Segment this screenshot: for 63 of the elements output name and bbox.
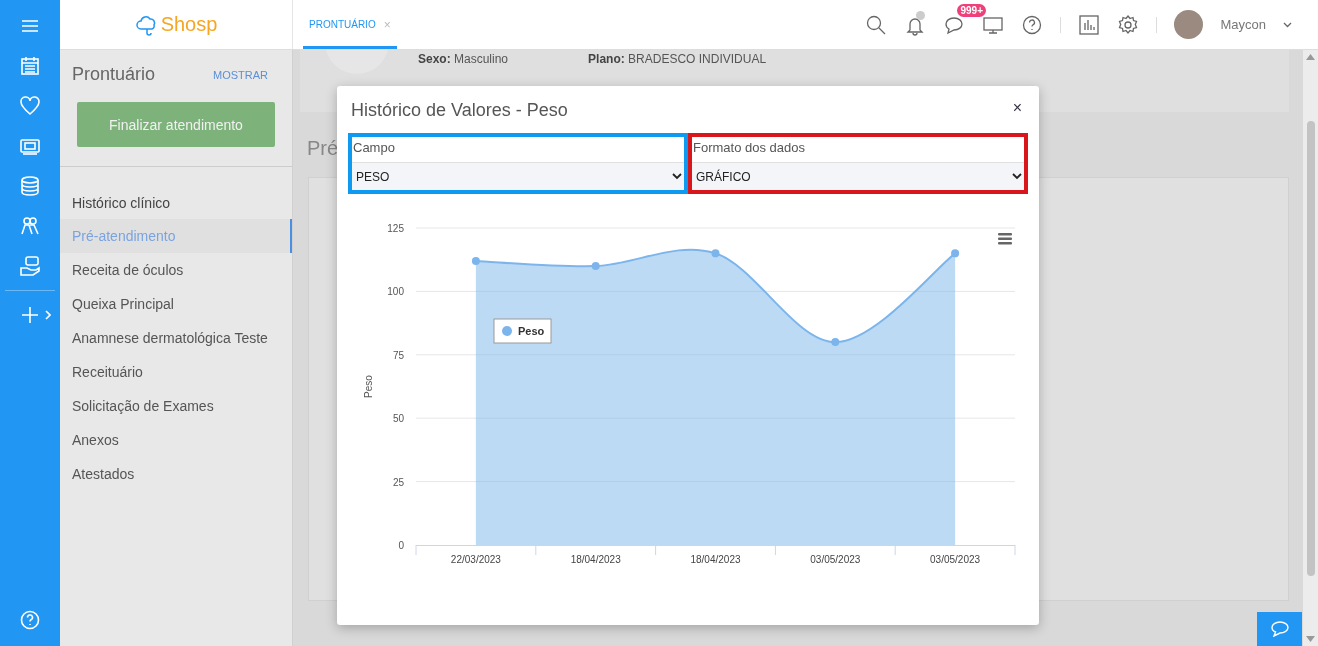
field-label: Formato dos dados [692, 139, 806, 157]
y-tick-label: 75 [392, 349, 404, 361]
section-title: Pré [307, 137, 339, 160]
logo-text: Shosp [160, 13, 218, 36]
sidebar-item[interactable]: Atestados [60, 457, 292, 491]
chevron-down-icon[interactable] [1283, 21, 1292, 28]
search-icon[interactable] [865, 13, 888, 36]
y-tick-label: 100 [387, 286, 404, 298]
chat-bubble-icon [1270, 621, 1289, 637]
people-icon[interactable] [19, 215, 41, 237]
x-tick-label: 18/04/2023 [690, 554, 741, 565]
data-point[interactable] [711, 249, 720, 258]
data-point[interactable] [591, 262, 600, 271]
heart-icon[interactable] [19, 95, 41, 117]
x-tick-label: 03/05/2023 [810, 554, 861, 565]
legend-box [493, 318, 552, 344]
chat-button[interactable] [1257, 612, 1302, 646]
field-label: Campo [352, 139, 396, 157]
x-tick-label: 22/03/2023 [450, 554, 501, 565]
sidebar-item[interactable]: Anamnese dermatológica Teste [60, 321, 292, 355]
sidebar-item[interactable]: Solicitação de Exames [60, 389, 292, 423]
y-tick-label: 50 [392, 413, 404, 425]
sidebar-item[interactable]: Queixa Principal [60, 287, 292, 321]
data-point[interactable] [951, 249, 960, 258]
patient-field: Plano: BRADESCO INDIVIDUAL [588, 52, 767, 66]
chevron-down-icon [1012, 173, 1022, 180]
data-point[interactable] [471, 256, 480, 265]
sidebar-title: Prontuário [72, 64, 156, 85]
chevron-down-icon [672, 173, 682, 180]
y-tick-label: 25 [392, 476, 404, 488]
plus-icon[interactable] [19, 304, 41, 326]
database-icon[interactable] [19, 175, 41, 197]
user-name[interactable]: Maycon [1220, 17, 1266, 32]
menu-icon[interactable] [998, 233, 1012, 245]
section-heading: Histórico clínico [71, 194, 172, 213]
scroll-up-icon[interactable] [1306, 54, 1315, 60]
sidebar-item[interactable]: Receita de óculos [60, 253, 292, 287]
legend-marker[interactable] [502, 326, 512, 336]
help-icon[interactable] [19, 609, 41, 631]
message-count-badge: 999+ [957, 3, 986, 17]
data-point[interactable] [831, 338, 840, 347]
close-button[interactable]: × [1006, 100, 1028, 116]
x-tick-label: 03/05/2023 [930, 554, 981, 565]
bar-chart-icon[interactable] [1078, 13, 1101, 36]
y-tick-label: 0 [398, 540, 404, 551]
dropdown-select[interactable]: GRÁFICO [692, 162, 1024, 190]
x-tick-label: 18/04/2023 [570, 554, 621, 565]
settings-icon[interactable] [1117, 13, 1140, 36]
modal-title: Histórico de Valores - Peso [351, 100, 568, 121]
patient-field: Sexo: Masculino [418, 52, 509, 66]
hand-chat-icon[interactable] [19, 255, 41, 277]
y-axis-title: Peso [363, 375, 374, 398]
y-tick-label: 125 [387, 223, 404, 234]
avatar[interactable] [1174, 10, 1204, 39]
sidebar-item[interactable]: Receituário [60, 355, 292, 389]
notification-dot [916, 10, 926, 20]
legend-label[interactable]: Peso [518, 325, 545, 337]
sidebar-item[interactable]: Anexos [60, 423, 292, 457]
dropdown-select[interactable]: PESO [352, 162, 684, 190]
help-icon[interactable] [1021, 13, 1044, 36]
calendar-icon[interactable] [19, 55, 41, 77]
scroll-down-icon[interactable] [1306, 636, 1315, 642]
chevron-right-icon[interactable] [45, 310, 51, 320]
